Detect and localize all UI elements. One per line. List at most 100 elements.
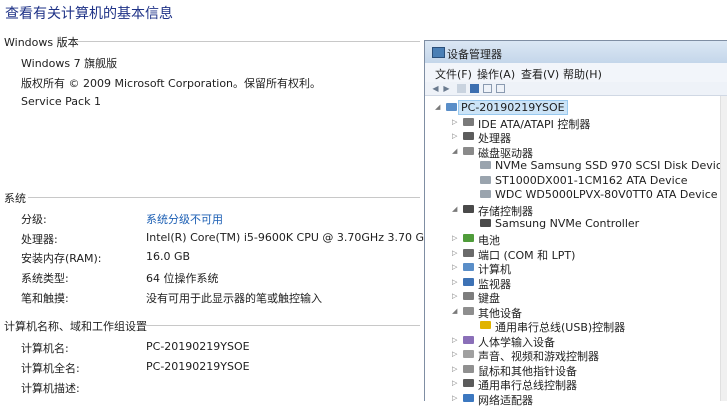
tree-item[interactable]: ▷ IDE ATA/ATAPI 控制器 — [425, 115, 720, 131]
service-pack: Service Pack 1 — [21, 95, 101, 108]
tree-item[interactable]: ▷ 人体学输入设备 — [425, 333, 720, 349]
tree-item[interactable]: ST1000DX001-1CM162 ATA Device — [425, 173, 720, 187]
collapse-arrow-icon[interactable]: ◢ — [452, 202, 460, 216]
tree-item[interactable]: ◢ 磁盘驱动器 — [425, 144, 720, 160]
toolbar: ◀ ▶ — [425, 82, 727, 96]
tree-item[interactable]: ▷ 通用串行总线控制器 — [425, 376, 720, 392]
device-tree: ◢ PC-20190219YSOE ▷ IDE ATA/ATAPI 控制器 ▷ 处理器 ◢ 磁… — [425, 96, 727, 407]
tree-item[interactable]: ▷ 鼠标和其他指针设备 — [425, 362, 720, 378]
expand-arrow-icon[interactable]: ▷ — [452, 115, 460, 129]
forward-icon[interactable]: ▶ — [442, 84, 451, 93]
tree-item[interactable]: ▷ 端口 (COM 和 LPT) — [425, 246, 720, 262]
menu-help[interactable]: 帮助(H) — [563, 66, 602, 82]
tree-item-label: ST1000DX001-1CM162 ATA Device — [495, 173, 688, 187]
sound-icon — [463, 350, 474, 359]
pen-touch-value: 没有可用于此显示器的笔或触控输入 — [146, 292, 322, 305]
keyboard-icon — [463, 292, 474, 301]
device-manager-window: 设备管理器 文件(F) 操作(A) 查看(V) 帮助(H) ◀ ▶ ◢ PC-20… — [424, 40, 727, 407]
expand-arrow-icon[interactable]: ▷ — [452, 275, 460, 289]
tree-item[interactable]: ▷ 监视器 — [425, 275, 720, 291]
tree-item[interactable]: ▷ 声音、视频和游戏控制器 — [425, 347, 720, 363]
expand-arrow-icon[interactable]: ▷ — [452, 362, 460, 376]
tree-item-label: 网络适配器 — [478, 394, 533, 407]
menu-bar: 文件(F) 操作(A) 查看(V) 帮助(H) — [425, 63, 727, 82]
collapse-arrow-icon[interactable]: ◢ — [452, 144, 460, 158]
collapse-arrow-icon[interactable]: ◢ — [452, 304, 460, 318]
ram-value: 16.0 GB — [146, 250, 191, 263]
rating-link[interactable]: 系统分级不可用 — [146, 211, 223, 227]
tree-item[interactable]: 通用串行总线(USB)控制器 — [425, 318, 720, 334]
battery-icon — [463, 233, 474, 242]
update-driver-icon[interactable] — [483, 84, 492, 93]
scan-hardware-icon[interactable] — [496, 84, 505, 93]
full-name-label: 计算机全名: — [21, 362, 80, 375]
tree-item[interactable]: ▷ 计算机 — [425, 260, 720, 276]
computer-icon — [463, 263, 474, 272]
system-header: 系统 — [4, 192, 26, 205]
tree-item[interactable]: ▷ 网络适配器 — [425, 391, 720, 407]
disk-drive-icon — [463, 146, 474, 155]
tree-item-label: WDC WD5000LPVX-80V0TT0 ATA Device — [495, 188, 718, 202]
menu-view[interactable]: 查看(V) — [521, 66, 559, 82]
expand-arrow-icon[interactable]: ▷ — [452, 231, 460, 245]
tree-item[interactable]: WDC WD5000LPVX-80V0TT0 ATA Device — [425, 187, 720, 201]
port-icon — [463, 248, 474, 257]
ide-controller-icon — [463, 117, 474, 126]
properties-icon[interactable] — [457, 84, 466, 93]
expand-arrow-icon[interactable]: ▷ — [452, 376, 460, 390]
processor-value: Intel(R) Core(TM) i5-9600K CPU @ 3.70GHz… — [146, 231, 439, 244]
windows-edition: Windows 7 旗舰版 — [21, 57, 118, 70]
tree-item[interactable]: ◢ 其他设备 — [425, 304, 720, 320]
tree-item[interactable]: ▷ 键盘 — [425, 289, 720, 305]
system-type-value: 64 位操作系统 — [146, 272, 219, 285]
tree-item-label: NVMe Samsung SSD 970 SCSI Disk Device — [495, 159, 727, 173]
rating-label: 分级: — [21, 213, 47, 226]
usb-icon — [463, 379, 474, 388]
window-title: 设备管理器 — [447, 48, 502, 61]
other-devices-icon — [463, 306, 474, 315]
disk-icon — [480, 175, 491, 184]
vertical-scrollbar[interactable] — [720, 96, 727, 401]
tree-item[interactable]: Samsung NVMe Controller — [425, 216, 720, 230]
expand-arrow-icon[interactable]: ▷ — [452, 391, 460, 405]
tree-item[interactable]: NVMe Samsung SSD 970 SCSI Disk Device — [425, 158, 727, 172]
computer-name-header: 计算机名称、域和工作组设置 — [4, 320, 147, 333]
collapse-arrow-icon[interactable]: ◢ — [435, 100, 443, 114]
storage-controller-icon — [463, 204, 474, 213]
menu-file[interactable]: 文件(F) — [435, 66, 472, 82]
computer-name-value: PC-20190219YSOE — [146, 340, 250, 353]
full-name-value: PC-20190219YSOE — [146, 360, 250, 373]
tree-item[interactable]: ▷ 电池 — [425, 231, 720, 247]
copyright-text: 版权所有 © 2009 Microsoft Corporation。保留所有权利… — [21, 77, 322, 90]
processor-icon — [463, 132, 474, 141]
hid-icon — [463, 335, 474, 344]
tree-item[interactable]: ◢ PC-20190219YSOE — [425, 100, 720, 115]
page-title: 查看有关计算机的基本信息 — [5, 6, 173, 22]
disk-icon — [480, 161, 491, 170]
expand-arrow-icon[interactable]: ▷ — [452, 246, 460, 260]
device-manager-icon — [432, 47, 445, 58]
back-icon[interactable]: ◀ — [431, 84, 440, 93]
expand-arrow-icon[interactable]: ▷ — [452, 260, 460, 274]
expand-arrow-icon[interactable]: ▷ — [452, 129, 460, 143]
expand-arrow-icon[interactable]: ▷ — [452, 347, 460, 361]
warning-device-icon — [480, 321, 491, 330]
description-label: 计算机描述: — [21, 382, 80, 395]
tree-item[interactable]: ▷ 处理器 — [425, 129, 720, 145]
title-bar[interactable]: 设备管理器 — [425, 41, 727, 63]
computer-name-label: 计算机名: — [21, 342, 69, 355]
section-divider — [138, 325, 420, 326]
menu-action[interactable]: 操作(A) — [477, 66, 515, 82]
expand-arrow-icon[interactable]: ▷ — [452, 289, 460, 303]
pen-touch-label: 笔和触摸: — [21, 292, 69, 305]
tree-item-label: PC-20190219YSOE — [458, 100, 568, 115]
expand-arrow-icon[interactable]: ▷ — [452, 333, 460, 347]
computer-icon — [446, 103, 457, 111]
help-icon[interactable] — [470, 84, 479, 93]
windows-edition-header: Windows 版本 — [4, 36, 79, 49]
system-type-label: 系统类型: — [21, 272, 69, 285]
section-divider — [76, 41, 420, 42]
tree-item-label: Samsung NVMe Controller — [495, 217, 640, 231]
storage-controller-icon — [480, 219, 491, 228]
tree-item[interactable]: ◢ 存储控制器 — [425, 202, 720, 218]
